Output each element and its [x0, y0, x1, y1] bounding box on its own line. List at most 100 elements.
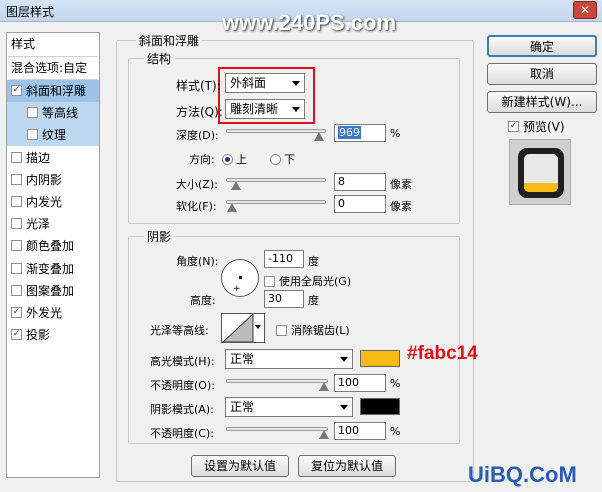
- preview-option[interactable]: ✓ 预览(V): [508, 118, 565, 135]
- technique-select[interactable]: 雕刻清晰: [225, 99, 305, 119]
- blend-options-item[interactable]: 混合选项:自定: [7, 57, 99, 79]
- checkbox-icon[interactable]: ✓: [11, 329, 22, 341]
- style-item[interactable]: ✓ 斜面和浮雕: [7, 80, 99, 102]
- style-item-label: 斜面和浮雕: [26, 84, 87, 98]
- checkbox-icon[interactable]: [11, 196, 22, 207]
- shadow-opacity-slider-thumb[interactable]: [319, 430, 329, 439]
- depth-input-value: 969: [338, 126, 361, 139]
- checkbox-icon[interactable]: ✓: [11, 85, 22, 96]
- shadow-opacity-slider[interactable]: [226, 427, 329, 439]
- depth-slider[interactable]: [226, 129, 326, 141]
- direction-up-label: 上: [236, 153, 247, 166]
- shadow-mode-select[interactable]: 正常: [225, 397, 353, 417]
- style-select[interactable]: 外斜面: [225, 73, 305, 93]
- style-list-header: 样式: [11, 37, 36, 51]
- altitude-input[interactable]: 30: [264, 290, 304, 308]
- style-item[interactable]: 颜色叠加: [7, 235, 99, 257]
- gloss-contour-label: 光泽等高线:: [150, 324, 209, 337]
- depth-input[interactable]: 969: [334, 124, 386, 142]
- soften-slider[interactable]: [226, 200, 326, 212]
- checkbox-icon[interactable]: ✓: [11, 307, 22, 318]
- checkbox-icon[interactable]: [27, 129, 38, 141]
- checkbox-icon[interactable]: [11, 240, 22, 252]
- angle-input[interactable]: -110: [264, 250, 304, 268]
- altitude-label: 高度:: [190, 294, 216, 307]
- new-style-button[interactable]: 新建样式(W)...: [487, 91, 597, 113]
- angle-dial-center: [239, 276, 242, 279]
- checkbox-icon[interactable]: [264, 275, 275, 287]
- size-slider[interactable]: [226, 178, 326, 190]
- checkbox-icon[interactable]: [11, 284, 22, 296]
- highlight-opacity-slider[interactable]: [226, 379, 329, 391]
- structure-title: 结构: [144, 50, 175, 67]
- style-list: 样式 混合选项:自定 ✓ 斜面和浮雕等高线纹理描边内阴影 内发光光泽颜色叠加渐变叠加…: [6, 32, 100, 478]
- shadow-opacity-input[interactable]: 100: [334, 422, 386, 440]
- shadow-opacity-label: 不透明度(C):: [150, 427, 214, 440]
- highlight-mode-select[interactable]: 正常: [225, 349, 353, 369]
- soften-input[interactable]: 0: [334, 195, 386, 213]
- preview-thumbnail: [509, 139, 571, 205]
- style-item-label: 纹理: [42, 128, 67, 143]
- style-item[interactable]: ✓ 投影: [7, 324, 99, 346]
- make-default-button[interactable]: 设置为默认值: [191, 455, 289, 477]
- angle-label: 角度(N):: [176, 255, 219, 268]
- bevel-section-title: 斜面和浮雕: [136, 32, 203, 49]
- window-title: 图层样式: [6, 5, 55, 19]
- style-item[interactable]: 光泽: [7, 213, 99, 235]
- checkbox-icon[interactable]: [11, 218, 22, 230]
- highlight-opacity-input[interactable]: 100: [334, 374, 386, 392]
- cancel-button[interactable]: 取消: [487, 63, 597, 85]
- direction-down-option[interactable]: 下: [270, 151, 295, 167]
- size-input[interactable]: 8: [334, 173, 386, 191]
- depth-label: 深度(D):: [176, 129, 219, 142]
- antialias-option[interactable]: 消除锯齿(L): [276, 322, 350, 338]
- direction-up-option[interactable]: 上: [222, 151, 247, 167]
- direction-down-label: 下: [284, 153, 295, 166]
- style-item[interactable]: 内发光: [7, 191, 99, 213]
- style-item[interactable]: 渐变叠加: [7, 258, 99, 280]
- soften-unit: 像素: [390, 200, 412, 213]
- highlight-opacity-slider-thumb[interactable]: [319, 382, 329, 391]
- style-item[interactable]: ✓ 外发光: [7, 302, 99, 324]
- checkbox-icon[interactable]: [11, 151, 22, 163]
- checkbox-icon[interactable]: [11, 262, 22, 274]
- preview-glow: [524, 183, 558, 192]
- global-light-option[interactable]: 使用全局光(G): [264, 273, 351, 289]
- style-item[interactable]: 描边: [7, 147, 99, 169]
- style-item-label: 描边: [26, 150, 51, 165]
- global-light-label: 使用全局光(G): [279, 275, 352, 288]
- style-item-label: 光泽: [26, 217, 51, 232]
- checkbox-icon[interactable]: [27, 107, 38, 119]
- checkbox-icon[interactable]: ✓: [508, 121, 519, 132]
- ok-button[interactable]: 确定: [487, 35, 597, 57]
- size-slider-thumb[interactable]: [231, 181, 241, 190]
- style-item-label: 颜色叠加: [26, 239, 75, 254]
- shadow-color-swatch[interactable]: [360, 398, 400, 415]
- style-item-label: 图案叠加: [26, 283, 75, 298]
- preview-shape: [518, 148, 564, 198]
- direction-label: 方向:: [189, 153, 215, 166]
- reset-default-button[interactable]: 复位为默认值: [298, 455, 396, 477]
- shading-title: 阴影: [144, 228, 175, 245]
- shadow-mode-label: 阴影模式(A):: [150, 403, 214, 416]
- technique-select-value: 雕刻清晰: [230, 102, 279, 116]
- highlight-color-swatch[interactable]: [360, 350, 400, 367]
- preview-label: 预览(V): [523, 120, 565, 134]
- style-item[interactable]: 等高线: [7, 102, 99, 125]
- checkbox-icon[interactable]: [276, 324, 287, 336]
- checkbox-icon[interactable]: [11, 173, 22, 185]
- style-item-label: 投影: [26, 328, 51, 343]
- chevron-down-icon: [340, 357, 348, 362]
- style-label: 样式(T):: [176, 79, 221, 93]
- depth-slider-thumb[interactable]: [314, 132, 324, 141]
- radio-icon[interactable]: [222, 153, 233, 165]
- gloss-contour-picker[interactable]: [221, 313, 265, 343]
- angle-dial[interactable]: +: [221, 259, 259, 297]
- radio-icon[interactable]: [270, 153, 281, 165]
- style-item[interactable]: 图案叠加: [7, 280, 99, 302]
- style-item[interactable]: 内阴影: [7, 169, 99, 191]
- soften-slider-thumb[interactable]: [227, 203, 237, 212]
- close-button[interactable]: ✕: [573, 1, 597, 19]
- crosshair-icon: +: [233, 284, 241, 294]
- style-item[interactable]: 纹理: [7, 124, 99, 147]
